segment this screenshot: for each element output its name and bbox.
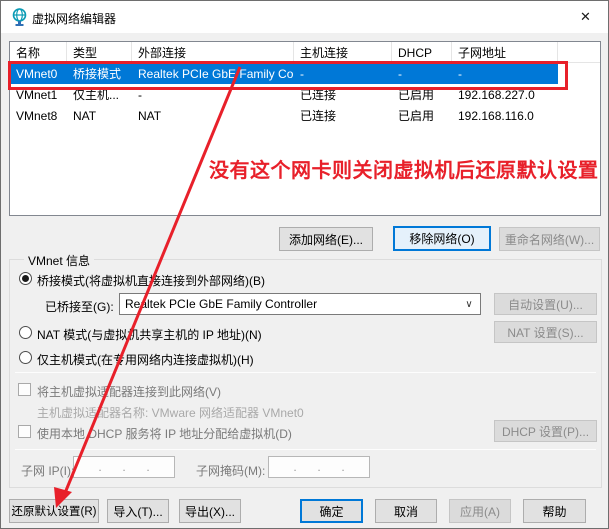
col-empty (558, 42, 600, 63)
annotation-note: 没有这个网卡则关闭虚拟机后还原默认设置 (209, 154, 599, 183)
cell-external: Realtek PCIe GbE Family Co... (132, 67, 294, 81)
bridged-radio-label[interactable]: 桥接模式(将虚拟机直接连接到外部网络)(B) (37, 272, 265, 289)
export-button[interactable]: 导出(X)... (179, 499, 241, 523)
cell-name: VMnet1 (10, 88, 67, 102)
cell-name: VMnet8 (10, 109, 67, 123)
col-host[interactable]: 主机连接 (294, 42, 392, 63)
help-button[interactable]: 帮助 (523, 499, 586, 523)
titlebar: 虚拟网络编辑器 ✕ (1, 1, 608, 33)
ip-dot: . (293, 460, 296, 474)
cell-subnet: - (452, 67, 558, 81)
subnet-mask-field: . . . (268, 456, 370, 478)
host-adapter-checkbox[interactable] (18, 383, 31, 396)
host-adapter-name: 主机虚拟适配器名称: VMware 网络适配器 VMnet0 (37, 404, 304, 421)
ip-dot: . (146, 460, 149, 474)
network-table[interactable]: 名称 类型 外部连接 主机连接 DHCP 子网地址 VMnet0 桥接模式 Re… (9, 41, 601, 216)
virtual-network-editor-window: 虚拟网络编辑器 ✕ 名称 类型 外部连接 主机连接 DHCP 子网地址 VMne… (0, 0, 609, 529)
col-subnet[interactable]: 子网地址 (452, 42, 558, 63)
host-only-radio[interactable] (19, 351, 32, 364)
subnet-mask-label: 子网掩码(M): (196, 462, 265, 479)
cell-name: VMnet0 (10, 67, 67, 81)
import-button[interactable]: 导入(T)... (107, 499, 169, 523)
divider (15, 449, 596, 450)
col-name[interactable]: 名称 (10, 42, 67, 63)
cell-dhcp: - (392, 67, 452, 81)
table-row-vmnet1[interactable]: VMnet1 仅主机... - 已连接 已启用 192.168.227.0 (10, 84, 558, 105)
ip-dot: . (122, 460, 125, 474)
restore-defaults-button[interactable]: 还原默认设置(R) (9, 499, 99, 523)
subnet-ip-field: . . . (73, 456, 175, 478)
col-type[interactable]: 类型 (67, 42, 132, 63)
dhcp-checkbox-label: 使用本地 DHCP 服务将 IP 地址分配给虚拟机(D) (37, 425, 292, 442)
host-only-radio-label[interactable]: 仅主机模式(在专用网络内连接虚拟机)(H) (37, 351, 254, 368)
cell-host: 已连接 (294, 107, 392, 124)
window-title: 虚拟网络编辑器 (32, 10, 116, 27)
ip-dot: . (341, 460, 344, 474)
subnet-ip-label: 子网 IP(I): (21, 462, 74, 479)
remove-network-button[interactable]: 移除网络(O) (393, 226, 491, 251)
bridged-radio[interactable] (19, 272, 32, 285)
nat-radio-label[interactable]: NAT 模式(与虚拟机共享主机的 IP 地址)(N) (37, 326, 262, 343)
bridged-to-label: 已桥接至(G): (45, 298, 114, 315)
table-header: 名称 类型 外部连接 主机连接 DHCP 子网地址 (10, 42, 600, 63)
apply-button: 应用(A) (449, 499, 511, 523)
group-label: VMnet 信息 (24, 252, 94, 269)
cell-dhcp: 已启用 (392, 107, 452, 124)
table-row-vmnet8[interactable]: VMnet8 NAT NAT 已连接 已启用 192.168.116.0 (10, 105, 558, 126)
network-globe-icon (11, 8, 28, 27)
add-network-button[interactable]: 添加网络(E)... (279, 227, 373, 251)
cancel-button[interactable]: 取消 (375, 499, 437, 523)
host-adapter-checkbox-label: 将主机虚拟适配器连接到此网络(V) (37, 383, 221, 400)
ok-button[interactable]: 确定 (300, 499, 363, 523)
bridged-to-value: Realtek PCIe GbE Family Controller (120, 297, 458, 311)
nat-settings-button: NAT 设置(S)... (494, 321, 597, 343)
ip-dot: . (317, 460, 320, 474)
cell-host: 已连接 (294, 86, 392, 103)
cell-type: 桥接模式 (67, 65, 132, 82)
chevron-down-icon[interactable]: ∨ (458, 299, 480, 310)
nat-radio[interactable] (19, 326, 32, 339)
col-external[interactable]: 外部连接 (132, 42, 294, 63)
cell-dhcp: 已启用 (392, 86, 452, 103)
cell-host: - (294, 67, 392, 81)
dhcp-checkbox[interactable] (18, 425, 31, 438)
cell-subnet: 192.168.227.0 (452, 88, 558, 102)
cell-external: - (132, 88, 294, 102)
table-row-vmnet0[interactable]: VMnet0 桥接模式 Realtek PCIe GbE Family Co..… (10, 63, 558, 84)
cell-subnet: 192.168.116.0 (452, 109, 558, 123)
col-dhcp[interactable]: DHCP (392, 42, 452, 63)
dhcp-settings-button: DHCP 设置(P)... (494, 420, 597, 442)
rename-network-button: 重命名网络(W)... (499, 227, 600, 251)
cell-external: NAT (132, 109, 294, 123)
ip-dot: . (98, 460, 101, 474)
cell-type: 仅主机... (67, 86, 132, 103)
auto-settings-button: 自动设置(U)... (494, 293, 597, 315)
close-icon[interactable]: ✕ (563, 1, 608, 32)
cell-type: NAT (67, 109, 132, 123)
divider (15, 372, 596, 373)
bridged-to-combobox[interactable]: Realtek PCIe GbE Family Controller ∨ (119, 293, 481, 315)
